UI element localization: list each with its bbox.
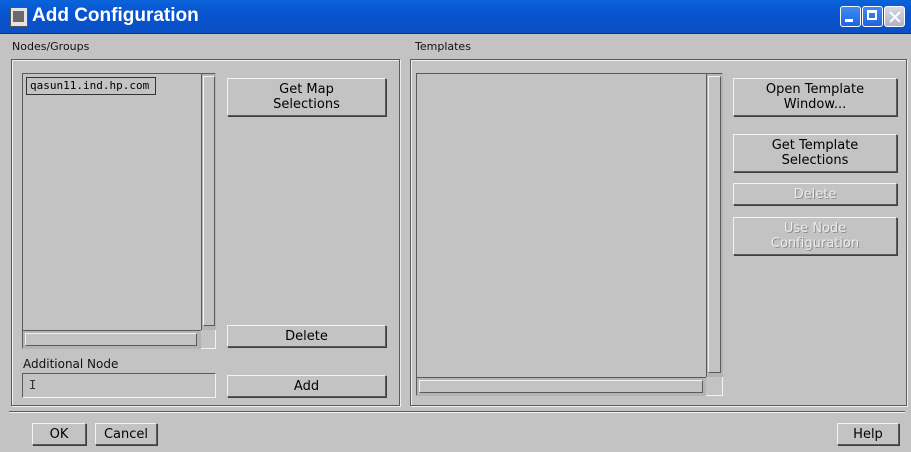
get-map-selections-button[interactable]: Get Map Selections: [227, 78, 386, 116]
nodes-delete-button[interactable]: Delete: [227, 325, 386, 347]
additional-node-label: Additional Node: [23, 357, 119, 371]
window-title: Add Configuration: [32, 5, 199, 26]
minimize-button[interactable]: [840, 6, 861, 27]
nodes-vscroll-thumb[interactable]: [203, 76, 215, 326]
nodes-list[interactable]: qasun11.ind.hp.com: [22, 73, 216, 349]
templates-hscroll-thumb[interactable]: [419, 380, 703, 393]
templates-vertical-scrollbar[interactable]: [706, 74, 723, 377]
get-template-selections-button[interactable]: Get Template Selections: [733, 134, 897, 172]
nodes-hscroll-thumb[interactable]: [25, 333, 197, 346]
open-template-window-button[interactable]: Open Template Window...: [733, 78, 897, 116]
maximize-button[interactable]: [862, 6, 883, 27]
templates-vscroll-thumb[interactable]: [708, 76, 721, 373]
help-button[interactable]: Help: [837, 423, 899, 445]
ok-button[interactable]: OK: [32, 423, 86, 445]
title-bar[interactable]: Add Configuration: [0, 0, 911, 34]
templates-delete-button[interactable]: Delete: [733, 183, 897, 205]
templates-label: Templates: [415, 40, 471, 53]
templates-horizontal-scrollbar[interactable]: [417, 377, 706, 396]
app-icon: [10, 7, 28, 27]
add-configuration-window: Add Configuration Nodes/Groups qasun11.i…: [0, 0, 911, 452]
nodes-vertical-scrollbar[interactable]: [201, 74, 216, 330]
footer-separator: [9, 411, 905, 412]
close-button[interactable]: [884, 6, 905, 27]
nodes-groups-label: Nodes/Groups: [12, 40, 90, 53]
add-button[interactable]: Add: [227, 375, 386, 397]
cancel-button[interactable]: Cancel: [95, 423, 157, 445]
additional-node-input[interactable]: I: [22, 373, 216, 398]
text-cursor-icon: I: [29, 378, 37, 392]
templates-list[interactable]: [416, 73, 723, 396]
use-node-configuration-button[interactable]: Use Node Configuration: [733, 217, 897, 255]
list-item[interactable]: qasun11.ind.hp.com: [26, 77, 157, 95]
nodes-horizontal-scrollbar[interactable]: [23, 330, 201, 349]
